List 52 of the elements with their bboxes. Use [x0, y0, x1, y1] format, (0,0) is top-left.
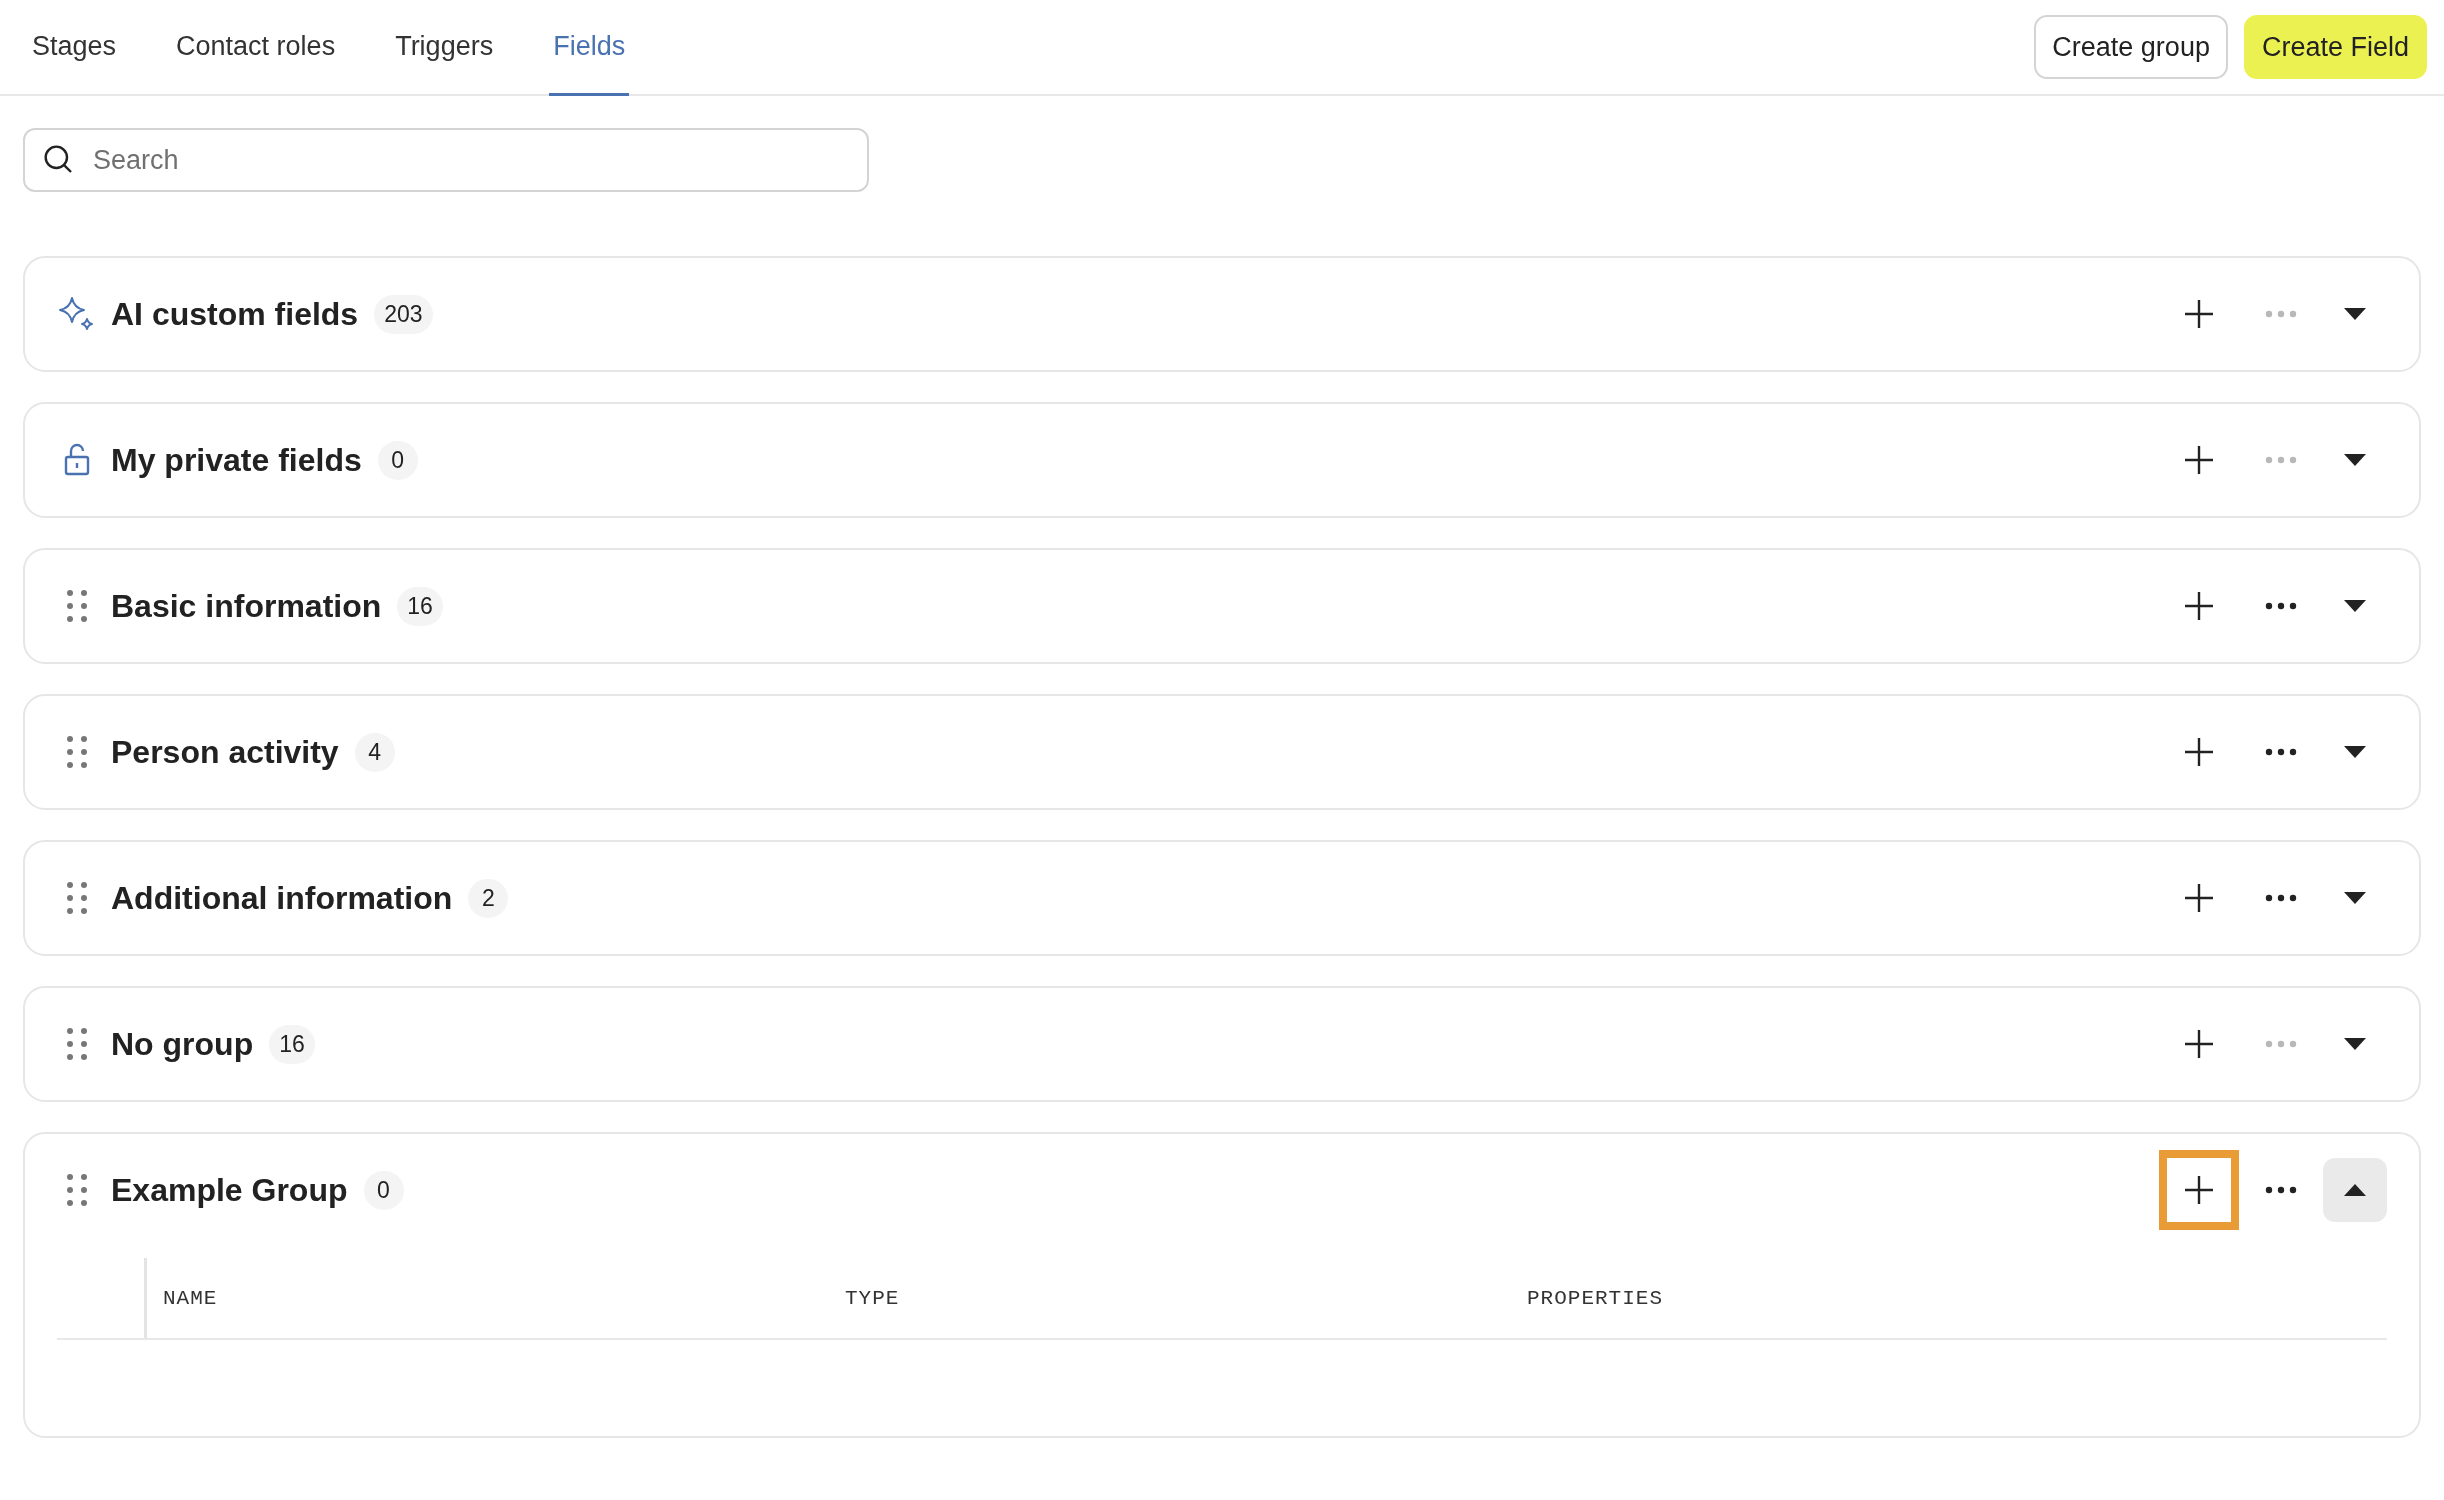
caret-icon: [2344, 454, 2366, 466]
ellipsis-icon: [2265, 748, 2297, 756]
ellipsis-icon: [2265, 602, 2297, 610]
tab[interactable]: Stages: [28, 0, 121, 96]
column-header: TYPE: [844, 1286, 901, 1310]
drag-handle-icon[interactable]: [65, 1172, 89, 1208]
collapse-toggle[interactable]: [2323, 1158, 2387, 1222]
ellipsis-icon: [2265, 456, 2297, 464]
group-title: No group: [111, 1025, 254, 1063]
group-title: Additional information: [111, 879, 453, 917]
drag-handle-icon[interactable]: [65, 734, 89, 770]
caret-icon: [2344, 308, 2366, 320]
plus-icon: [2183, 1028, 2215, 1060]
tab[interactable]: Fields: [549, 0, 630, 96]
plus-icon: [2183, 444, 2215, 476]
create-group-button[interactable]: Create group: [2034, 15, 2228, 79]
ellipsis-icon: [2265, 1186, 2297, 1194]
caret-icon: [2344, 1038, 2366, 1050]
count-badge: 16: [269, 1024, 315, 1064]
count-badge: 203: [374, 294, 433, 334]
ellipsis-icon: [2265, 894, 2297, 902]
count-badge: 2: [468, 878, 509, 918]
caret-icon: [2344, 1184, 2366, 1196]
tab[interactable]: Triggers: [391, 0, 498, 96]
create-field-button[interactable]: Create Field: [2243, 15, 2427, 79]
count-badge: 4: [354, 732, 395, 772]
tab[interactable]: Contact roles: [172, 0, 340, 96]
group-title: AI custom fields: [111, 295, 359, 333]
plus-icon: [2183, 736, 2215, 768]
plus-icon: [2183, 882, 2215, 914]
group-title: Person activity: [111, 733, 339, 771]
plus-icon: [2183, 590, 2215, 622]
plus-icon: [2183, 298, 2215, 330]
add-button[interactable]: [2159, 1150, 2239, 1230]
count-badge: 0: [363, 1170, 404, 1210]
drag-handle-icon[interactable]: [65, 880, 89, 916]
caret-icon: [2344, 600, 2366, 612]
column-header: PROPERTIES: [1526, 1286, 1665, 1310]
group-title: Example Group: [111, 1171, 348, 1209]
caret-icon: [2344, 892, 2366, 904]
count-badge: 0: [377, 440, 418, 480]
ellipsis-icon: [2265, 310, 2297, 318]
caret-icon: [2344, 746, 2366, 758]
drag-handle-icon[interactable]: [65, 1026, 89, 1062]
plus-icon: [2183, 1174, 2215, 1206]
column-header: NAME: [162, 1286, 219, 1310]
count-badge: 16: [397, 586, 443, 626]
group-title: My private fields: [111, 441, 362, 479]
group-title: Basic information: [111, 587, 382, 625]
drag-handle-icon[interactable]: [65, 588, 89, 624]
search-field[interactable]: Search: [23, 128, 869, 192]
ellipsis-icon: [2265, 1040, 2297, 1048]
